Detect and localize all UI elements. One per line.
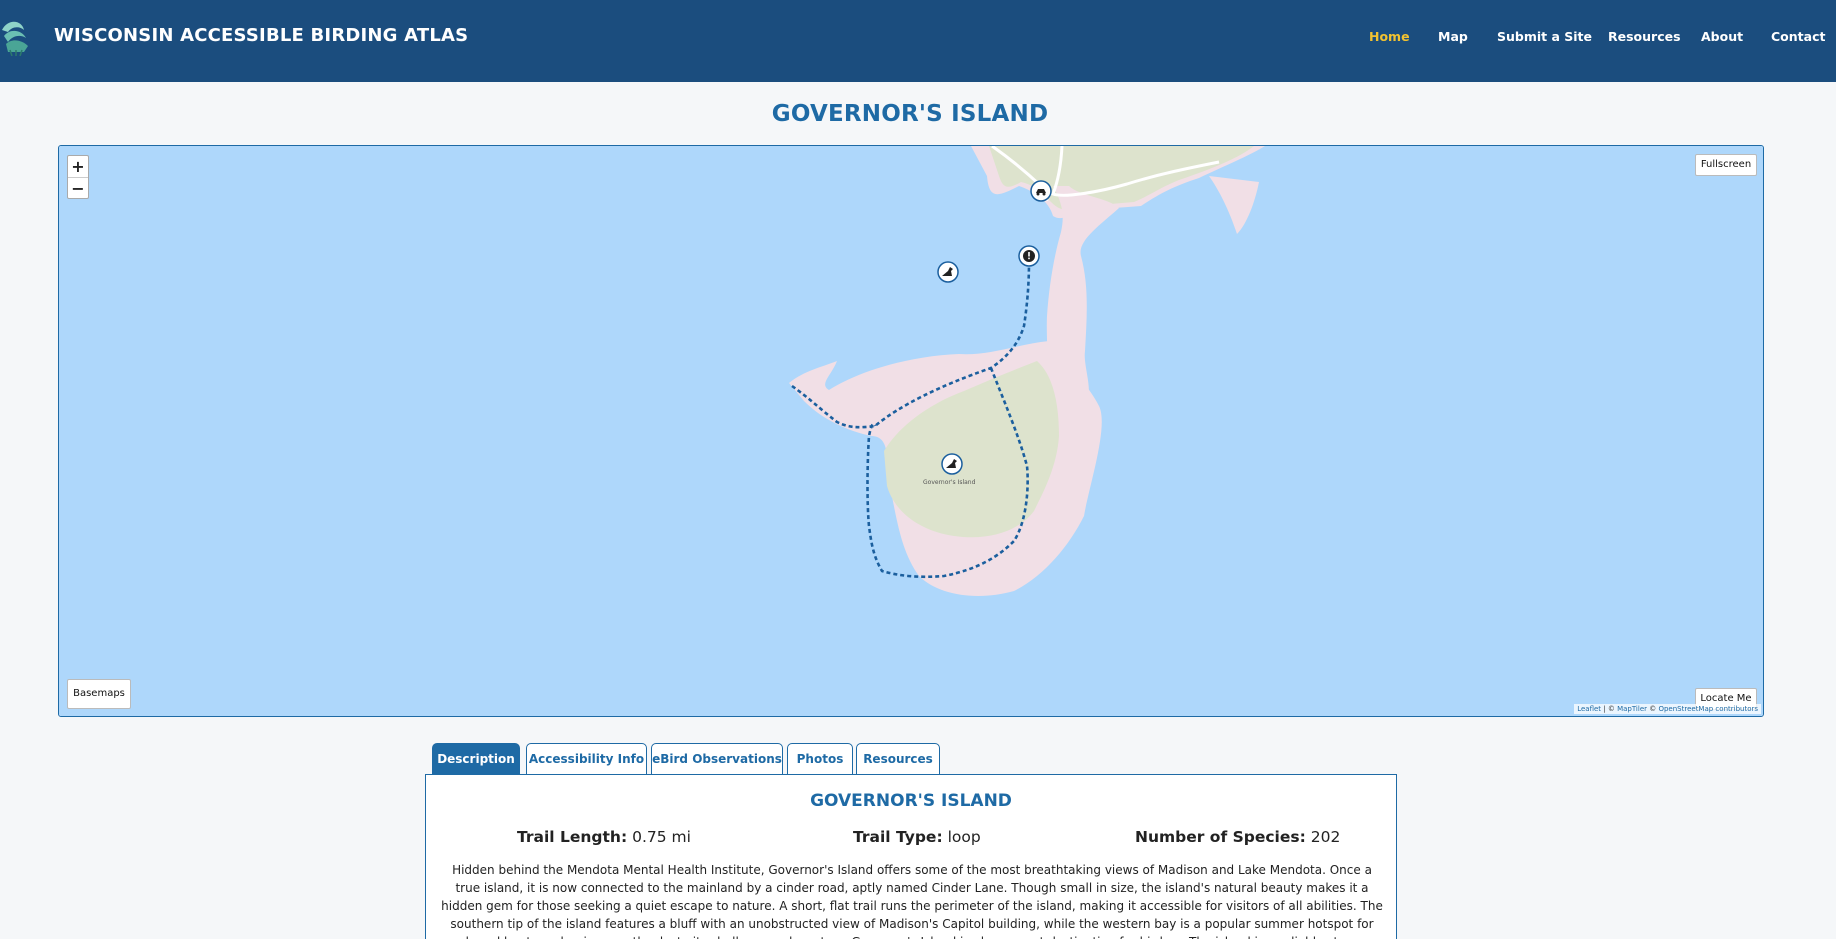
site-description-text: Hidden behind the Mendota Mental Health … <box>441 863 1383 939</box>
tab-ebird-observations[interactable]: eBird Observations <box>651 743 783 775</box>
attribution-separator: | © <box>1601 705 1618 713</box>
top-navbar: WISCONSIN ACCESSIBLE BIRDING ATLAS Home … <box>0 0 1836 82</box>
map-canvas[interactable] <box>59 146 1764 717</box>
trail-length: Trail Length: 0.75 mi <box>517 828 691 846</box>
site-title[interactable]: WISCONSIN ACCESSIBLE BIRDING ATLAS <box>54 25 468 46</box>
info-icon[interactable] <box>1018 245 1040 267</box>
nav-map[interactable]: Map <box>1438 29 1468 44</box>
trail-type-value: loop <box>947 828 981 846</box>
panel-title: GOVERNOR'S ISLAND <box>810 791 1012 811</box>
trail-type-label: Trail Type: <box>853 828 943 846</box>
page-title: GOVERNOR'S ISLAND <box>771 101 1049 127</box>
trail-length-value: 0.75 mi <box>632 828 691 846</box>
heron-logo-icon[interactable] <box>0 16 34 57</box>
species-label: Number of Species: <box>1135 828 1306 846</box>
nav-resources[interactable]: Resources <box>1608 29 1681 44</box>
nav-about[interactable]: About <box>1701 29 1743 44</box>
species-value: 202 <box>1310 828 1341 846</box>
zoom-out-button[interactable]: − <box>68 177 88 198</box>
bird-icon[interactable] <box>941 453 963 475</box>
bird-icon[interactable] <box>937 261 959 283</box>
number-of-species: Number of Species: 202 <box>1135 828 1340 846</box>
map-attribution: Leaflet | © MapTiler © OpenStreetMap con… <box>1574 704 1761 714</box>
leaflet-link[interactable]: Leaflet <box>1577 705 1601 713</box>
maptiler-link[interactable]: MapTiler <box>1617 705 1647 713</box>
nav-home[interactable]: Home <box>1369 29 1410 44</box>
trail-type: Trail Type: loop <box>853 828 981 846</box>
description-panel: GOVERNOR'S ISLAND Trail Length: 0.75 mi … <box>425 774 1397 939</box>
basemaps-button[interactable]: Basemaps <box>67 679 131 709</box>
tab-photos[interactable]: Photos <box>787 743 853 775</box>
tab-description[interactable]: Description <box>432 743 520 775</box>
openstreetmap-link[interactable]: OpenStreetMap contributors <box>1658 705 1758 713</box>
parking-icon[interactable] <box>1030 180 1052 202</box>
attribution-separator: © <box>1647 705 1659 713</box>
fullscreen-button[interactable]: Fullscreen <box>1695 154 1757 176</box>
site-map[interactable]: Governor's Island + − Fullscreen Basemap… <box>58 145 1764 717</box>
trail-length-label: Trail Length: <box>517 828 628 846</box>
island-map-label: Governor's Island <box>923 479 976 486</box>
nav-submit-a-site[interactable]: Submit a Site <box>1497 29 1592 44</box>
tab-accessibility-info[interactable]: Accessibility Info <box>526 743 647 775</box>
nav-contact[interactable]: Contact <box>1771 29 1825 44</box>
tab-resources[interactable]: Resources <box>856 743 940 775</box>
zoom-control: + − <box>67 155 89 199</box>
zoom-in-button[interactable]: + <box>68 156 88 177</box>
